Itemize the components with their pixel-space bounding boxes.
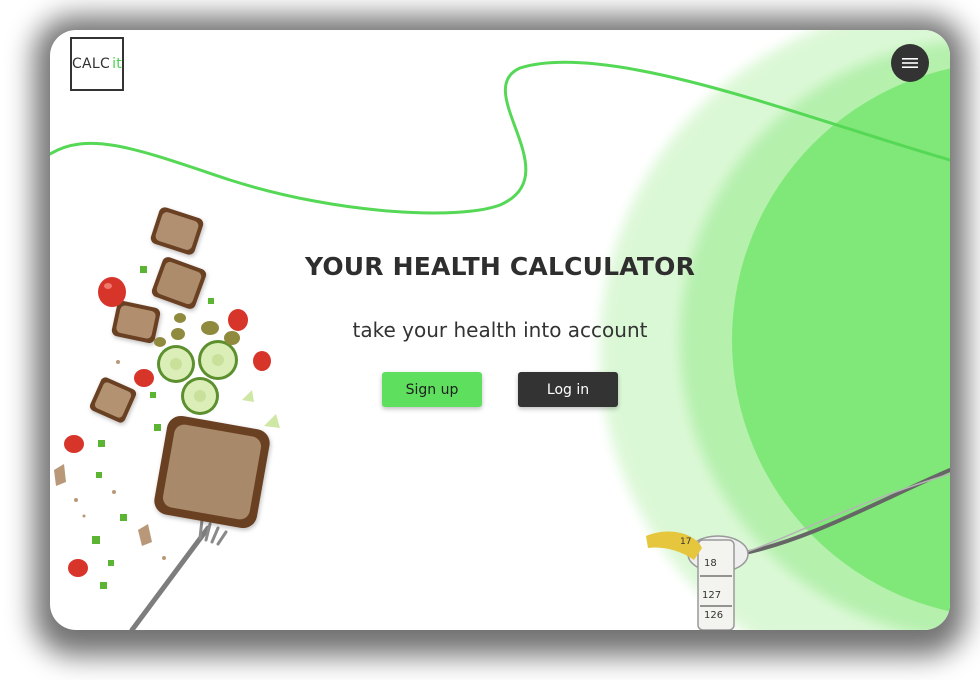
menu-button[interactable] [891, 44, 929, 82]
hero-title: YOUR HEALTH CALCULATOR [304, 252, 696, 281]
tape-number-3: 126 [704, 610, 723, 621]
tape-number-2: 127 [702, 590, 721, 601]
tape-number-1: 18 [704, 558, 717, 569]
food-illustration [54, 207, 280, 630]
tomato-3 [253, 351, 271, 371]
logo[interactable]: CALC it [70, 37, 124, 91]
hamburger-icon [902, 58, 918, 68]
tomato-4 [134, 369, 154, 387]
logo-text: CALC [71, 56, 111, 72]
app-screen: 18 127 126 17 CALC it YOUR HEALTH CALCULA… [50, 30, 950, 630]
tomato-1 [98, 277, 126, 307]
page: 18 127 126 17 CALC it YOUR HEALTH CALCULA… [0, 0, 980, 680]
tomato-2 [228, 309, 248, 331]
login-button[interactable]: Log in [518, 372, 618, 407]
hero-subtitle: take your health into account [352, 318, 648, 342]
tape-number-4: 17 [680, 537, 691, 547]
signup-button[interactable]: Sign up [382, 372, 482, 407]
tomato-6 [68, 559, 88, 577]
logo-accent: it [112, 56, 123, 72]
tomato-5 [64, 435, 84, 453]
